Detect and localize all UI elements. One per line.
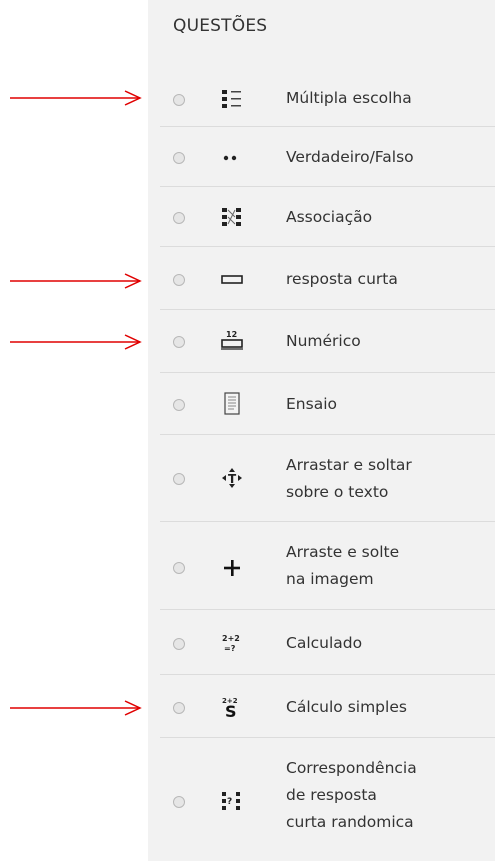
question-type-label: Arrastar e soltar sobre o texto [286,452,486,506]
question-type-item-essay[interactable]: Ensaio [160,373,495,435]
annotation-arrow [10,334,142,350]
svg-text:2+2: 2+2 [222,634,240,643]
drag-drop-image-icon [220,556,248,580]
radio-button[interactable] [173,638,185,650]
question-type-item-numerical[interactable]: 12 Numérico [160,310,495,373]
svg-text:S: S [225,702,237,719]
radio-button[interactable] [173,796,185,808]
drag-drop-text-icon: T [220,466,248,490]
calculated-icon: 2+2 =? [220,631,248,655]
svg-text:T: T [228,472,237,486]
question-type-item-calculatedsimple[interactable]: 2+2 S Cálculo simples [160,675,495,738]
radio-button[interactable] [173,473,185,485]
question-type-item-ddimageortext[interactable]: Arraste e solte na imagem [160,522,495,610]
question-type-label: Arraste e solte na imagem [286,539,486,593]
label-line: curta randomica [286,813,414,831]
radio-button[interactable] [173,152,185,164]
annotation-arrow [10,700,142,716]
question-type-item-truefalse[interactable]: Verdadeiro/Falso [160,127,495,187]
question-type-label: Numérico [286,332,361,350]
radio-button[interactable] [173,336,185,348]
question-type-label: Múltipla escolha [286,89,412,107]
question-type-item-calculated[interactable]: 2+2 =? Calculado [160,610,495,675]
radio-button[interactable] [173,94,185,106]
label-line: Arraste e solte [286,543,400,561]
matching-icon [220,205,248,229]
true-false-icon [220,146,248,170]
question-type-label: Ensaio [286,395,337,413]
question-type-label: Associação [286,208,373,226]
question-type-label: Verdadeiro/Falso [286,148,414,166]
svg-text:=?: =? [224,644,236,653]
radio-button[interactable] [173,212,185,224]
annotation-arrow [10,273,142,289]
label-line: de resposta [286,786,377,804]
question-type-item-randomsamatch[interactable]: ? Correspondência de resposta curta rand… [160,738,495,861]
question-type-panel: QUESTÕES Múltipla escolha Verdadeiro/Fal… [148,0,495,861]
label-line: Correspondência [286,759,417,777]
label-line: Arrastar e soltar [286,456,412,474]
annotation-arrow [10,90,142,106]
random-short-answer-matching-icon: ? [220,789,248,813]
numerical-icon: 12 [220,329,248,353]
label-line: na imagem [286,570,374,588]
radio-button[interactable] [173,399,185,411]
question-type-label: Calculado [286,634,363,652]
question-type-item-match[interactable]: Associação [160,187,495,247]
question-type-label: Correspondência de resposta curta random… [286,755,486,836]
question-type-item-ddwtos[interactable]: T Arrastar e soltar sobre o texto [160,435,495,522]
radio-button[interactable] [173,702,185,714]
calculated-simple-icon: 2+2 S [220,695,248,721]
question-type-item-shortanswer[interactable]: resposta curta [160,247,495,310]
label-line: sobre o texto [286,483,389,501]
svg-text:?: ? [227,797,232,807]
svg-text:12: 12 [226,330,237,339]
question-type-item-multichoice[interactable]: Múltipla escolha [160,72,495,127]
panel-title: QUESTÕES [173,16,268,36]
essay-icon [220,392,248,416]
radio-button[interactable] [173,562,185,574]
question-type-label: Cálculo simples [286,698,407,716]
radio-button[interactable] [173,274,185,286]
short-answer-icon [220,268,248,292]
question-type-label: resposta curta [286,270,398,288]
multiple-choice-icon [220,87,248,111]
